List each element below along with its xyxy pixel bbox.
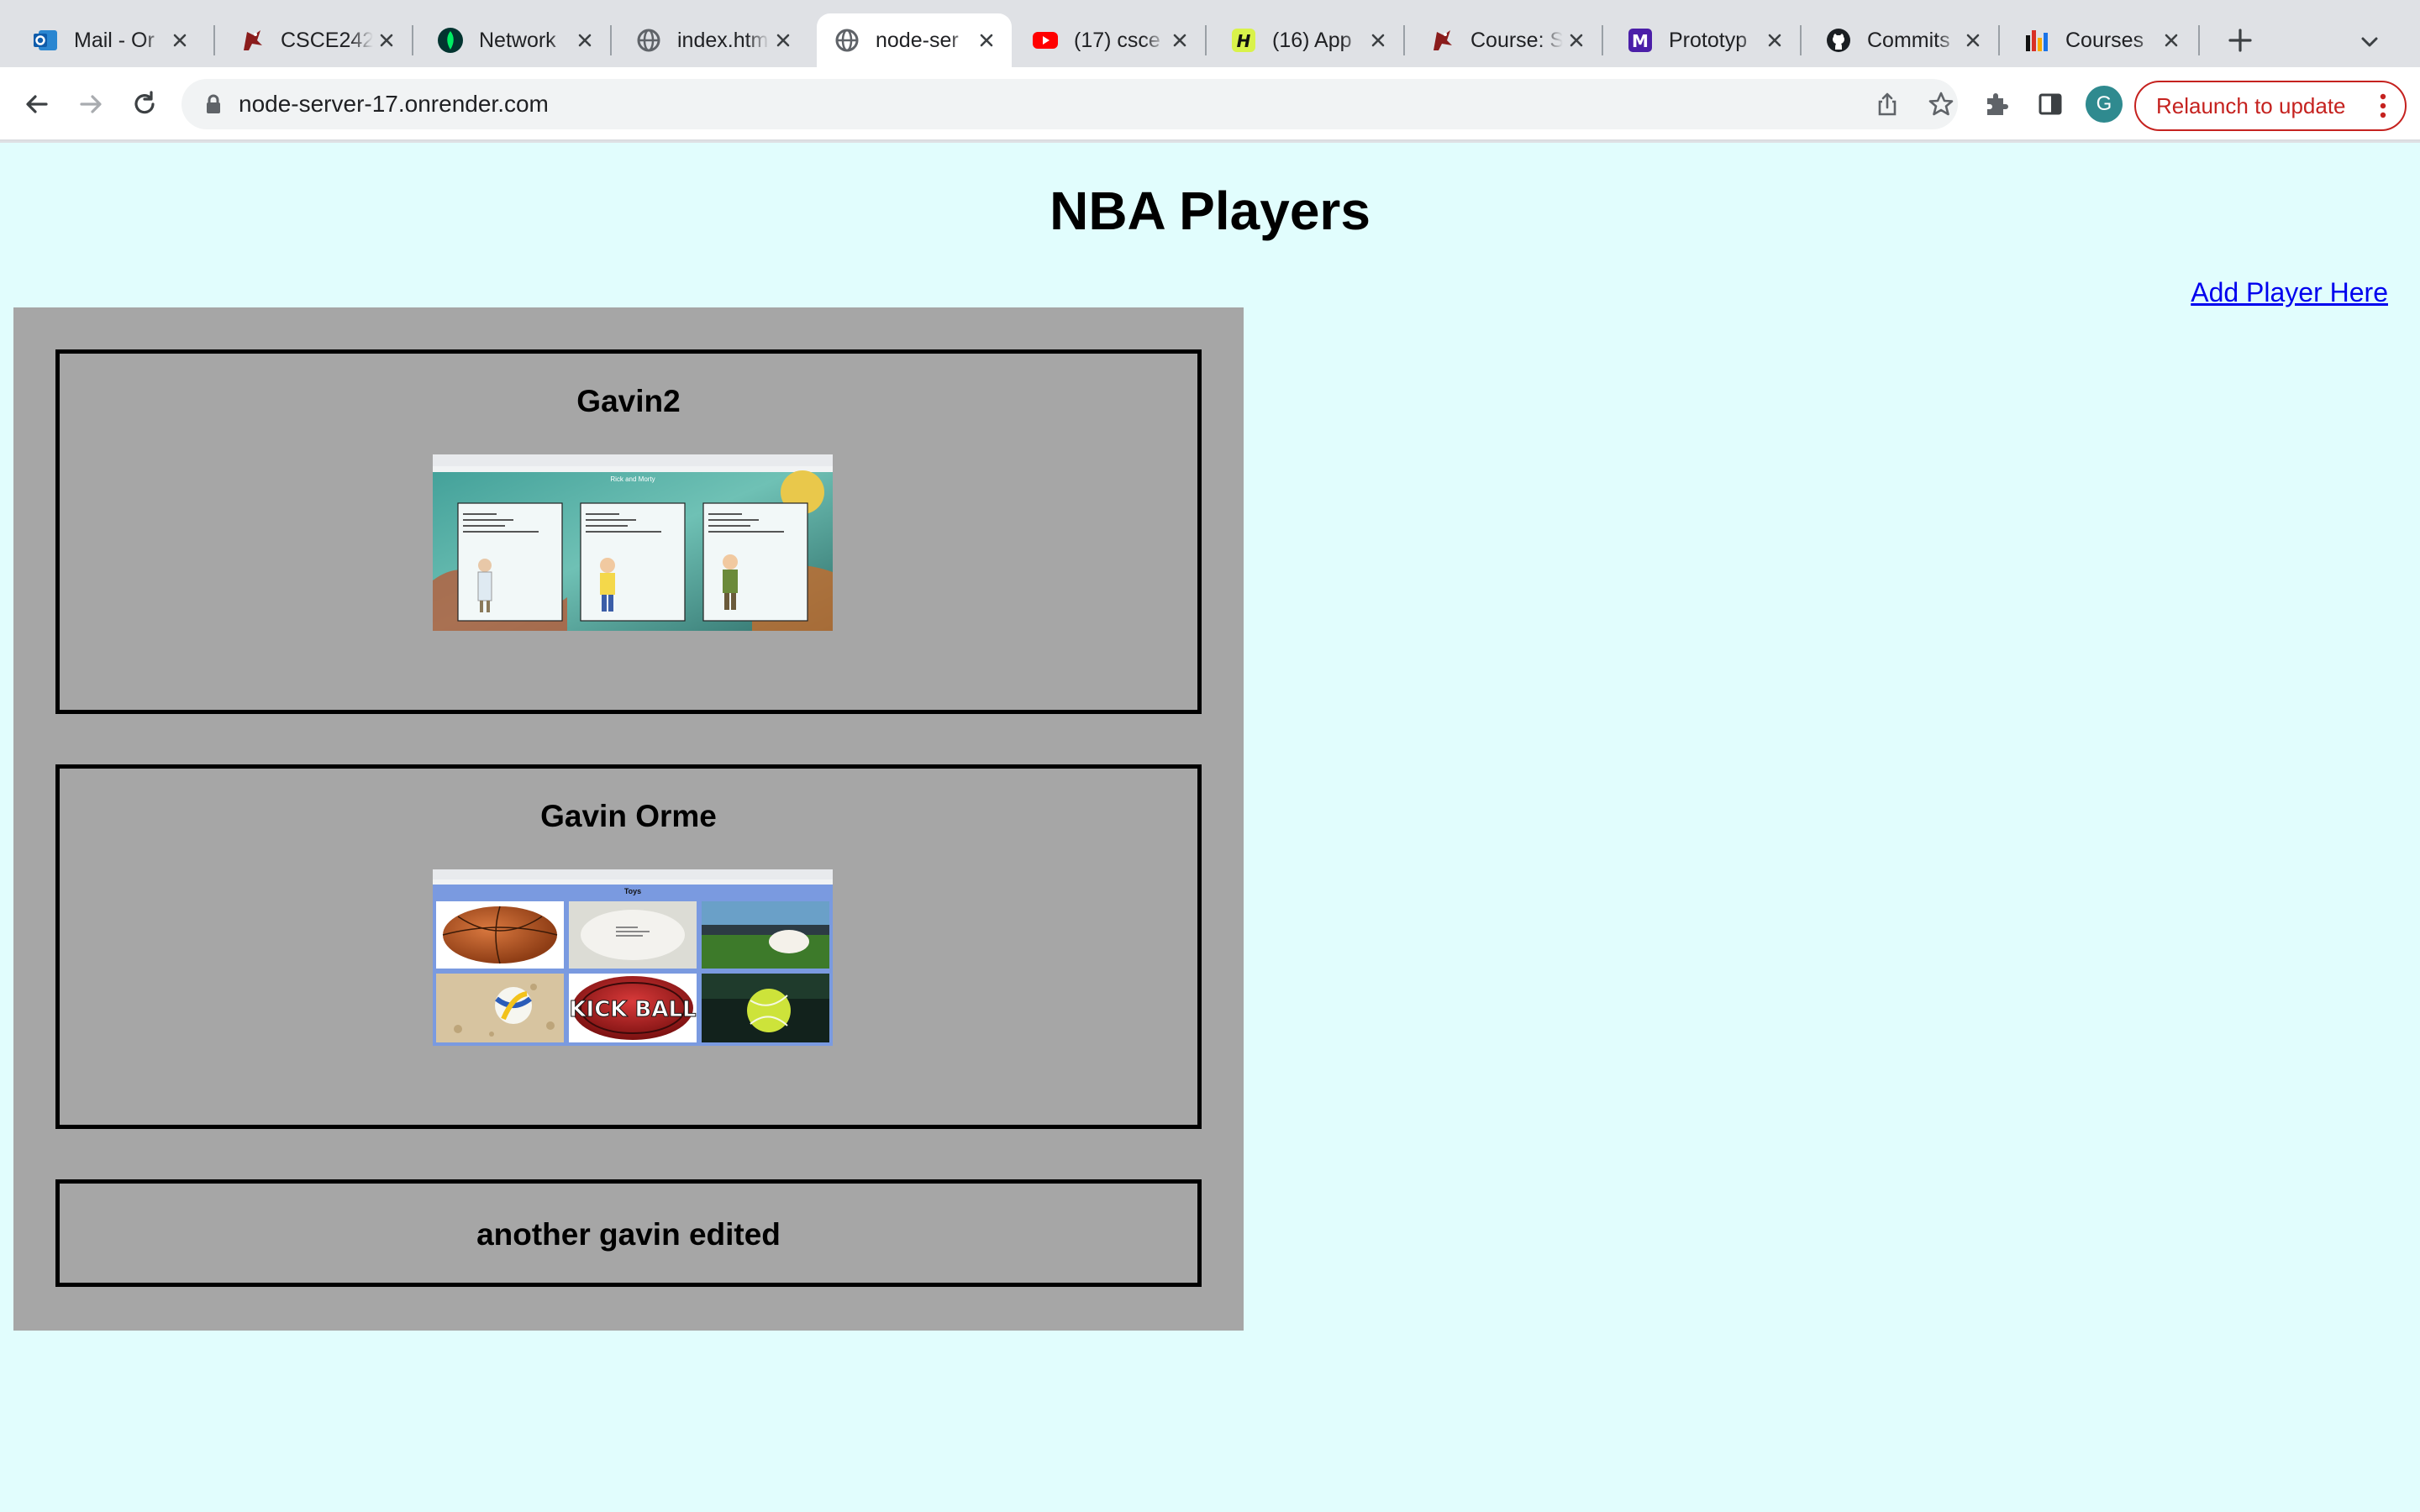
extensions-puzzle-icon[interactable]: [1978, 86, 2015, 123]
tab-network[interactable]: Network: [420, 13, 610, 67]
more-vertical-icon[interactable]: [2376, 92, 2390, 119]
tab-mail[interactable]: Mail - Or: [15, 13, 205, 67]
tab-strip: Mail - Or CSCE242 Network index.htm node…: [0, 0, 2420, 67]
outlook-icon: [32, 27, 59, 54]
tab-youtube[interactable]: (17) csce: [1015, 13, 1205, 67]
arrow-left-icon: [26, 95, 48, 113]
mongodb-leaf-icon: [437, 27, 464, 54]
tab-separator: [2198, 25, 2200, 55]
bookmark-star-icon[interactable]: [1926, 89, 1956, 119]
globe-icon: [834, 27, 860, 54]
tab-separator: [1403, 25, 1405, 55]
tab-title: (16) App: [1272, 28, 1352, 52]
tab-course[interactable]: Course: S: [1412, 13, 1602, 67]
tab-node-server[interactable]: node-ser: [817, 13, 1012, 67]
tab-separator: [213, 25, 215, 55]
players-list: Gavin2 Rick and Morty Gavin Orme Toys KI…: [13, 307, 1244, 1331]
close-icon[interactable]: [373, 27, 400, 54]
close-icon[interactable]: [166, 27, 193, 54]
url-text[interactable]: node-server-17.onrender.com: [239, 79, 549, 129]
reload-icon: [134, 91, 155, 114]
tab-title: node-ser: [876, 28, 959, 52]
tab-title: Courses: [2065, 28, 2144, 52]
h-badge-icon: H: [1230, 27, 1257, 54]
tab-separator: [1998, 25, 2000, 55]
close-icon[interactable]: [571, 27, 598, 54]
profile-avatar[interactable]: G: [2086, 86, 2123, 123]
tab-title: Mail - Or: [74, 28, 155, 52]
toys-screenshot: Toys KICK BALL: [433, 869, 833, 1046]
github-icon: [1825, 27, 1852, 54]
youtube-icon: [1032, 27, 1059, 54]
new-tab-button[interactable]: [2222, 22, 2259, 59]
relaunch-label: Relaunch to update: [2156, 92, 2346, 118]
page-content: NBA Players Add Player Here Gavin2 Rick …: [0, 143, 2420, 1512]
player-name: another gavin edited: [476, 1217, 781, 1252]
close-icon[interactable]: [973, 27, 1000, 54]
page-title: NBA Players: [1050, 181, 1370, 241]
tab-title: Commits: [1867, 28, 1950, 52]
browser-toolbar: node-server-17.onrender.com: [0, 67, 2420, 141]
kickball-label: KICK BALL: [569, 997, 696, 1022]
back-button[interactable]: [17, 84, 57, 124]
player-name: Gavin Orme: [540, 799, 717, 833]
screenshot-heading: Toys: [624, 887, 641, 895]
tab-app[interactable]: H (16) App: [1213, 13, 1403, 67]
tab-search-button[interactable]: [2353, 25, 2386, 59]
close-icon[interactable]: [2158, 27, 2185, 54]
tab-title: CSCE242: [281, 28, 373, 52]
plus-icon: [2228, 29, 2252, 52]
tab-separator: [1800, 25, 1802, 55]
globe-icon: [635, 27, 662, 54]
close-icon[interactable]: [1563, 27, 1590, 54]
close-icon[interactable]: [1166, 27, 1193, 54]
tab-courses[interactable]: Courses: [2007, 13, 2196, 67]
tab-title: Network: [479, 28, 556, 52]
tab-separator: [412, 25, 413, 55]
bar-chart-icon: [2023, 27, 2050, 54]
close-icon[interactable]: [1761, 27, 1788, 54]
player-card: Gavin Orme Toys KICK BALL: [55, 764, 1202, 1129]
address-bar[interactable]: node-server-17.onrender.com: [182, 79, 1958, 129]
close-icon[interactable]: [1365, 27, 1392, 54]
tab-title: (17) csce: [1074, 28, 1160, 52]
player-card: Gavin2 Rick and Morty: [55, 349, 1202, 714]
tab-separator: [1602, 25, 1603, 55]
player-image: Rick and Morty: [433, 454, 833, 631]
close-icon[interactable]: [770, 27, 797, 54]
tab-csce242[interactable]: CSCE242: [222, 13, 412, 67]
reload-button[interactable]: [124, 84, 165, 124]
forward-button[interactable]: [71, 84, 111, 124]
close-icon[interactable]: [1960, 27, 1986, 54]
svg-text:H: H: [1237, 31, 1251, 51]
chevron-down-icon: [2361, 37, 2378, 47]
tab-title: Prototyp: [1669, 28, 1748, 52]
svg-text:M: M: [1632, 31, 1649, 51]
add-player-link[interactable]: Add Player Here: [2191, 277, 2388, 308]
tab-prototype[interactable]: M Prototyp: [1610, 13, 1800, 67]
screenshot-heading: Rick and Morty: [610, 475, 655, 483]
lock-icon[interactable]: [202, 92, 225, 116]
relaunch-button[interactable]: Relaunch to update: [2134, 81, 2407, 131]
player-card: another gavin edited: [55, 1179, 1202, 1287]
tab-commits[interactable]: Commits: [1808, 13, 1998, 67]
gamecock-icon: [1428, 27, 1455, 54]
arrow-right-icon: [80, 95, 102, 113]
m-logo-icon: M: [1627, 27, 1654, 54]
tab-separator: [610, 25, 612, 55]
gamecock-icon: [239, 27, 266, 54]
tab-index-html[interactable]: index.htm: [618, 13, 808, 67]
tab-title: Course: S: [1470, 28, 1563, 52]
tab-title: index.htm: [677, 28, 769, 52]
rick-and-morty-screenshot: Rick and Morty: [433, 454, 833, 631]
player-image: Toys KICK BALL: [433, 869, 833, 1046]
player-name: Gavin2: [576, 384, 681, 418]
tab-separator: [1205, 25, 1207, 55]
share-icon[interactable]: [1872, 89, 1902, 119]
side-panel-icon[interactable]: [2032, 86, 2069, 123]
